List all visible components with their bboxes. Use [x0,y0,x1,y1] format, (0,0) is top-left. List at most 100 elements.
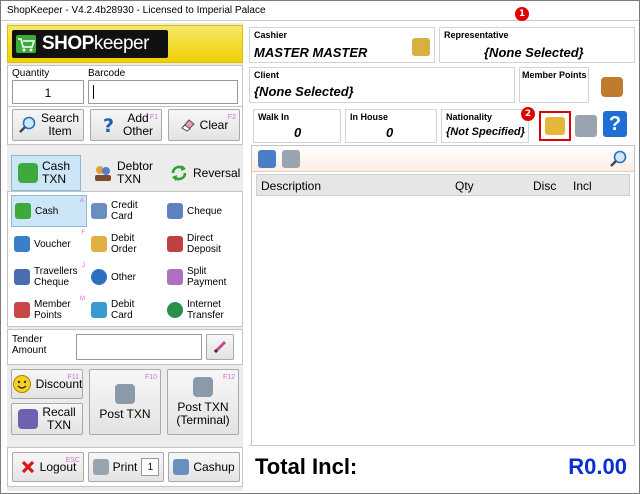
pencil-icon [212,339,228,355]
clear-label: Clear [199,117,229,132]
register-icon [173,459,190,475]
debit-order-icon [91,236,107,252]
app-window: ShopKeeper - V4.2.4b28930 - Licensed to … [0,0,640,494]
pay-debit-order[interactable]: Debit Order [88,228,164,260]
payment-methods: A Cash Credit Card Cheque F Voucher Debit Or… [7,191,243,327]
right-panel: Cashier MASTER MASTER Representative {No… [249,23,635,491]
recall-txn-button[interactable]: Recall TXN [11,403,83,435]
eraser-icon [180,117,196,133]
tab-debtor-label-1: Debtor [117,159,154,173]
question-icon [91,269,107,285]
callout-badge-1: 1 [515,7,529,21]
add-other-label-2: Other [122,124,153,138]
txn-tabs: Cash TXN Debtor TXN Reversal [7,155,243,191]
tab-reversal[interactable]: Reversal [165,155,241,191]
recall-icon [18,409,39,429]
pay-cheque[interactable]: Cheque [164,195,240,227]
search-item-label-1: Search [40,111,80,125]
col-qty[interactable]: Qty [455,179,474,193]
select-cashier-icon[interactable] [412,38,430,56]
grid-toolbar [252,146,634,172]
pay-split-label-1: Split [187,266,207,277]
pay-member-label-2: Points [34,310,62,321]
magnifier-icon[interactable] [608,149,628,172]
quantity-field[interactable]: 1 [12,80,84,104]
nationality-box[interactable]: Nationality {Not Specified} [441,109,529,143]
cash-icon [15,203,31,219]
cheque-icon [167,203,183,219]
keypad-button[interactable] [206,334,234,360]
reversal-icon [169,163,189,183]
tender-label-1: Tender [12,334,43,345]
post-txn-terminal-button[interactable]: F12 Post TXN (Terminal) [167,369,239,435]
tab-cash-txn[interactable]: Cash TXN [11,155,81,191]
discount-button[interactable]: F11 Discount [11,369,83,399]
walk-in-value[interactable]: 0 [294,125,301,140]
card-icon [91,302,107,318]
close-icon [20,459,36,475]
representative-box[interactable]: Representative {None Selected} [439,27,635,63]
client-search-icon[interactable] [601,77,623,97]
customer-display-button[interactable] [539,111,571,141]
deposit-icon [167,236,183,252]
tender-amount-field[interactable] [76,334,202,360]
pay-direct-deposit[interactable]: Direct Deposit [164,228,240,260]
quantity-label: Quantity [12,68,50,79]
pay-internet-transfer[interactable]: Internet Transfer [164,294,240,326]
pay-cash[interactable]: A Cash [11,195,87,227]
pay-debit-card[interactable]: Debit Card [88,294,164,326]
pay-other[interactable]: Other [88,261,164,293]
barcode-field[interactable] [88,80,238,104]
recall-label-2: TXN [46,418,71,432]
tender-label: Tender Amount [12,334,46,356]
walk-in-label: Walk In [258,112,290,122]
clear-button[interactable]: F2 Clear [168,109,240,141]
pay-internet-label-2: Transfer [187,310,224,321]
total-value: R0.00 [568,454,627,479]
refresh-icon[interactable] [258,150,276,168]
print-label: Print [112,459,138,474]
client-box[interactable]: Client {None Selected} [249,67,515,103]
pay-split-payment[interactable]: Split Payment [164,261,240,293]
sale-items-grid: Description Qty Disc Incl [251,145,635,463]
logout-button[interactable]: ESC Logout [12,452,84,482]
entry-panel: Quantity 1 Barcode [7,65,243,107]
cashup-button[interactable]: Cashup [168,452,240,482]
pay-travellers-cheque[interactable]: J Travellers Cheque [11,261,87,293]
logo-text-shop: SHOP [42,33,94,54]
pay-voucher-label: Voucher [34,238,71,250]
representative-label: Representative [444,30,509,40]
client-value: {None Selected} [254,84,354,99]
clear-key: F2 [227,114,236,121]
help-icon[interactable]: ? [603,111,627,137]
post-terminal-key: F12 [222,374,235,381]
pay-credit-card[interactable]: Credit Card [88,195,164,227]
col-description[interactable]: Description [261,179,321,193]
nationality-label: Nationality [446,112,493,122]
pay-cheque-label: Cheque [187,205,223,217]
post-txn-button[interactable]: F10 Post TXN [89,369,161,435]
in-house-value[interactable]: 0 [386,125,393,140]
logo-text-keeper: keeper [93,33,150,54]
col-disc[interactable]: Disc [533,179,556,193]
print-icon[interactable] [575,115,597,137]
search-item-button[interactable]: Search Item [12,109,84,141]
pay-debit-card-label-1: Debit [111,299,135,310]
pay-voucher[interactable]: F Voucher [11,228,87,260]
pay-member-points[interactable]: M Member Points [11,294,87,326]
add-other-button[interactable]: F1 ? Add Other [90,109,162,141]
total-bar: Total Incl: R0.00 [249,445,635,491]
tab-cash-label-2: TXN [42,172,66,186]
pay-split-label-2: Payment [187,277,227,288]
in-house-label: In House [350,112,389,122]
cashier-value: MASTER MASTER [254,45,368,60]
col-incl[interactable]: Incl [573,179,592,193]
tender-label-2: Amount [12,345,47,356]
tab-reversal-label: Reversal [193,165,241,180]
printer-icon[interactable] [282,150,300,168]
logout-key: ESC [65,457,80,464]
print-copies-field[interactable]: 1 [141,458,160,476]
print-button[interactable]: Print 1 [88,452,164,482]
tab-debtor-txn[interactable]: Debtor TXN [89,155,163,191]
cashup-label: Cashup [193,459,235,474]
